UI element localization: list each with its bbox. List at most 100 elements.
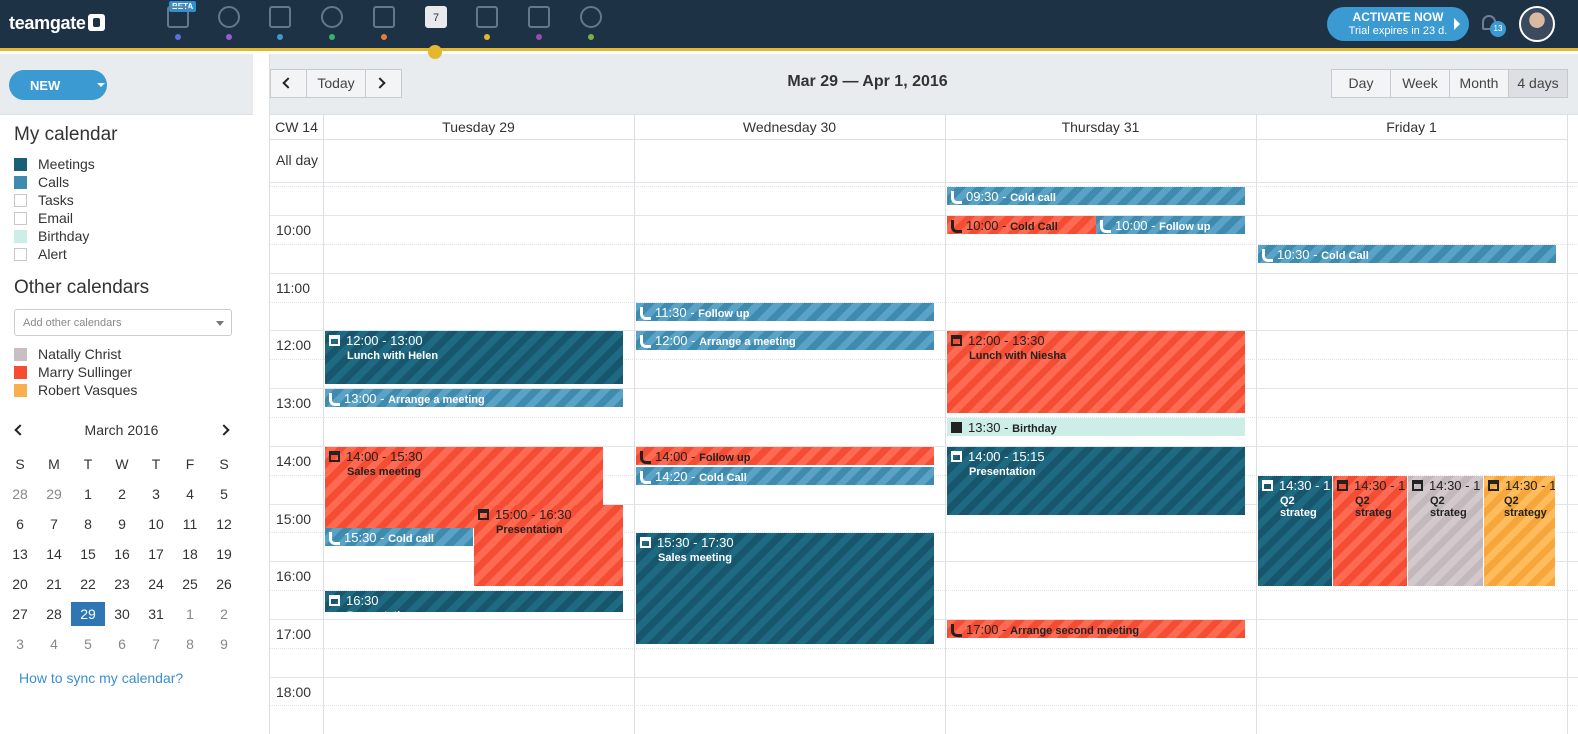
- calendar-color-checkbox[interactable]: [14, 194, 27, 207]
- nav-people[interactable]: [317, 4, 347, 44]
- mini-calendar-day[interactable]: 22: [71, 572, 105, 596]
- mini-calendar-day[interactable]: 29: [37, 482, 71, 506]
- user-avatar[interactable]: [1519, 6, 1555, 42]
- calendar-event[interactable]: 14:30 - 1 Q2 strateg: [1258, 475, 1332, 587]
- calendar-event[interactable]: 11:30 - Follow up: [636, 302, 934, 321]
- view-week-button[interactable]: Week: [1390, 69, 1450, 98]
- calendar-event[interactable]: 14:00 - Follow up: [636, 446, 934, 465]
- calendar-event[interactable]: 12:00 - 13:00 Lunch with Helen: [325, 331, 623, 385]
- mini-calendar-day[interactable]: 7: [139, 632, 173, 656]
- nav-inbox[interactable]: [472, 4, 502, 44]
- calendar-color-checkbox[interactable]: [14, 230, 27, 243]
- calendar-color-checkbox[interactable]: [14, 176, 27, 189]
- mini-calendar-day[interactable]: 28: [3, 482, 37, 506]
- mini-calendar-day[interactable]: 27: [3, 602, 37, 626]
- mini-calendar-day[interactable]: 10: [139, 512, 173, 536]
- calendar-event[interactable]: 15:00 - 16:30 Presentation: [474, 504, 623, 587]
- day-header[interactable]: Friday 1: [1256, 115, 1567, 140]
- mini-calendar-day[interactable]: 16: [105, 542, 139, 566]
- calendar-event[interactable]: 14:00 - 15:15 Presentation: [947, 446, 1245, 516]
- add-other-calendars-select[interactable]: Add other calendars: [14, 309, 232, 336]
- mini-calendar-day[interactable]: 1: [173, 602, 207, 626]
- calendar-event[interactable]: 10:30 - Cold Call: [1258, 244, 1556, 264]
- mini-calendar-day[interactable]: 3: [3, 632, 37, 656]
- mini-calendar-day[interactable]: 26: [207, 572, 241, 596]
- mini-calendar-prev[interactable]: [12, 422, 28, 438]
- nav-deals[interactable]: [369, 4, 399, 44]
- calendar-event[interactable]: 16:30Presentation: [325, 591, 623, 613]
- calendar-event[interactable]: 13:00 - Arrange a meeting: [325, 389, 623, 408]
- mini-calendar-day[interactable]: 20: [3, 572, 37, 596]
- mini-calendar-day[interactable]: 6: [3, 512, 37, 536]
- nav-targets[interactable]: [214, 4, 244, 44]
- calendar-event[interactable]: 12:00 - 13:30 Lunch with Niesha: [947, 331, 1245, 414]
- view-day-button[interactable]: Day: [1331, 69, 1391, 98]
- calendar-color-swatch[interactable]: [14, 366, 27, 379]
- mini-calendar-day[interactable]: 13: [3, 542, 37, 566]
- new-button[interactable]: NEW: [9, 70, 107, 100]
- mini-calendar-day[interactable]: 5: [207, 482, 241, 506]
- calendar-event[interactable]: 14:30 - 1 Q2 strateg: [1408, 475, 1483, 587]
- day-header[interactable]: Tuesday 29: [323, 115, 634, 140]
- mini-calendar-day[interactable]: 31: [139, 602, 173, 626]
- sync-calendar-link[interactable]: How to sync my calendar?: [19, 670, 183, 686]
- mini-calendar-day[interactable]: 30: [105, 602, 139, 626]
- mini-calendar-day[interactable]: 14: [37, 542, 71, 566]
- calendar-event[interactable]: 13:30 - Birthday: [947, 417, 1245, 437]
- calendar-event[interactable]: 10:00 - Cold Call: [947, 216, 1096, 235]
- caret-down-icon[interactable]: [97, 83, 105, 87]
- calendar-event[interactable]: 14:20 - Cold Call: [636, 466, 934, 485]
- notification-count-badge[interactable]: 13: [1490, 21, 1506, 37]
- mini-calendar-day[interactable]: 9: [207, 632, 241, 656]
- mini-calendar-day[interactable]: 4: [173, 482, 207, 506]
- calendar-color-swatch[interactable]: [14, 348, 27, 361]
- nav-dashboard[interactable]: BETA: [163, 1, 197, 44]
- mini-calendar-day[interactable]: 12: [207, 512, 241, 536]
- mini-calendar-day[interactable]: 8: [173, 632, 207, 656]
- view-month-button[interactable]: Month: [1449, 69, 1509, 98]
- next-period-button[interactable]: [365, 69, 402, 98]
- day-header[interactable]: Thursday 31: [945, 115, 1256, 140]
- calendar-event[interactable]: 14:30 - 1 Q2 strategy: [1484, 475, 1555, 587]
- mini-calendar-day[interactable]: 18: [173, 542, 207, 566]
- calendar-event[interactable]: 14:30 - 1 Q2 strateg: [1333, 475, 1407, 587]
- nav-files[interactable]: [524, 4, 554, 44]
- teamgate-logo[interactable]: teamgate: [9, 13, 105, 34]
- mini-calendar-day[interactable]: 28: [37, 602, 71, 626]
- mini-calendar-day[interactable]: 17: [139, 542, 173, 566]
- calendar-event[interactable]: 12:00 - Arrange a meeting: [636, 331, 934, 350]
- mini-calendar-day[interactable]: 11: [173, 512, 207, 536]
- mini-calendar-day[interactable]: 9: [105, 512, 139, 536]
- mini-calendar-day[interactable]: 25: [173, 572, 207, 596]
- calendar-event[interactable]: 10:00 - Follow up: [1096, 216, 1245, 235]
- mini-calendar-day[interactable]: 24: [139, 572, 173, 596]
- today-button[interactable]: Today: [306, 69, 366, 98]
- nav-reports[interactable]: [576, 4, 606, 44]
- mini-calendar-day[interactable]: 21: [37, 572, 71, 596]
- nav-companies[interactable]: [265, 4, 295, 44]
- mini-calendar-day[interactable]: 3: [139, 482, 173, 506]
- calendar-color-checkbox[interactable]: [14, 248, 27, 261]
- mini-calendar-day[interactable]: 8: [71, 512, 105, 536]
- day-header[interactable]: Wednesday 30: [634, 115, 945, 140]
- nav-calendar[interactable]: 7: [421, 4, 451, 44]
- mini-calendar-day[interactable]: 23: [105, 572, 139, 596]
- calendar-event[interactable]: 17:00 - Arrange second meeting: [947, 619, 1245, 638]
- mini-calendar-day[interactable]: 15: [71, 542, 105, 566]
- mini-calendar-day[interactable]: 5: [71, 632, 105, 656]
- calendar-color-checkbox[interactable]: [14, 212, 27, 225]
- mini-calendar-day[interactable]: 6: [105, 632, 139, 656]
- mini-calendar-next[interactable]: [218, 422, 234, 438]
- calendar-event[interactable]: 15:30 - Cold call: [325, 527, 473, 546]
- prev-period-button[interactable]: [270, 69, 307, 98]
- mini-calendar-day[interactable]: 1: [71, 482, 105, 506]
- activate-now-button[interactable]: ACTIVATE NOW Trial expires in 23 d.: [1327, 7, 1469, 41]
- calendar-color-swatch[interactable]: [14, 384, 27, 397]
- mini-calendar-day[interactable]: 19: [207, 542, 241, 566]
- calendar-color-checkbox[interactable]: [14, 158, 27, 171]
- mini-calendar-day[interactable]: 29: [71, 602, 105, 626]
- mini-calendar-day[interactable]: 4: [37, 632, 71, 656]
- mini-calendar-day[interactable]: 7: [37, 512, 71, 536]
- mini-calendar-day[interactable]: 2: [207, 602, 241, 626]
- calendar-event[interactable]: 09:30 - Cold call: [947, 187, 1245, 206]
